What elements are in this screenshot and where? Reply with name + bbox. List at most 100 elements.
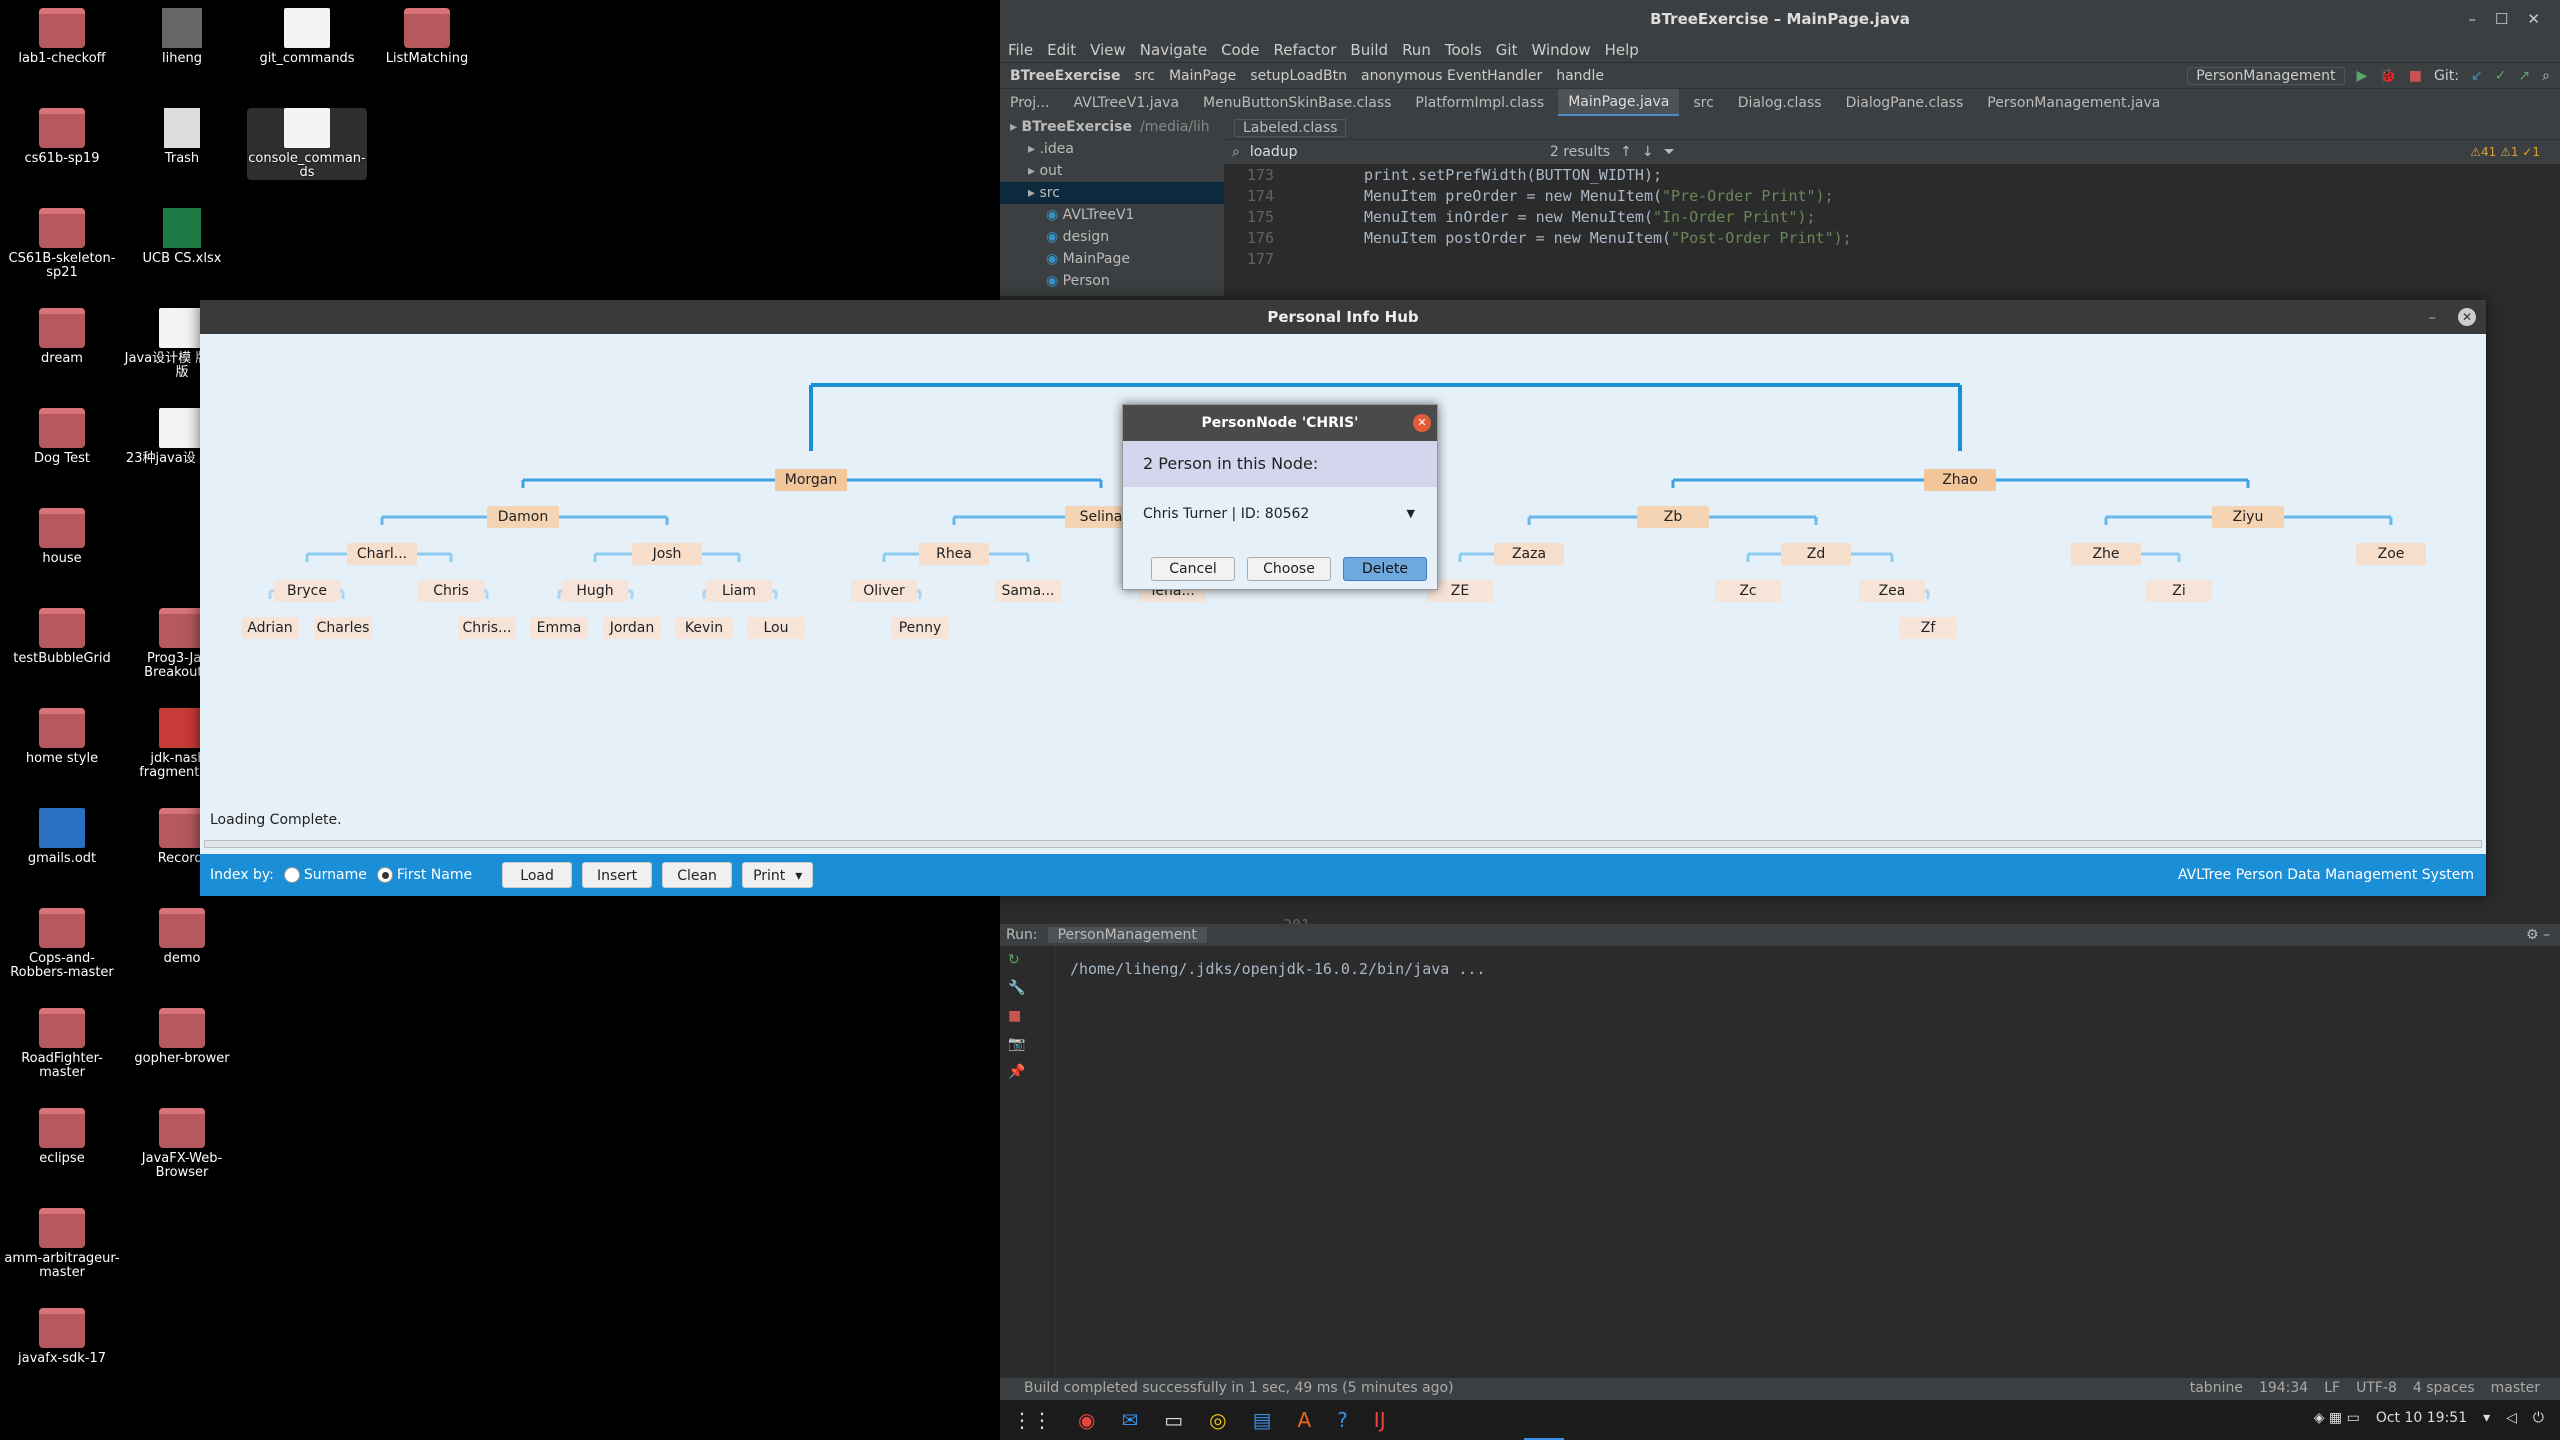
desktop-icon[interactable]: Dog Test: [2, 408, 122, 466]
breadcrumb-item[interactable]: setupLoadBtn: [1250, 68, 1347, 84]
tree-node[interactable]: Chris: [418, 580, 484, 602]
search-input[interactable]: loadup: [1250, 144, 1510, 160]
desktop-icon[interactable]: home style: [2, 708, 122, 766]
dialog-close-icon[interactable]: ✕: [1413, 414, 1431, 432]
tree-node[interactable]: Zf: [1899, 617, 1957, 639]
desktop-icon[interactable]: Cops-and-Robbers-master: [2, 908, 122, 980]
desktop-icon[interactable]: javafx-sdk-17: [2, 1308, 122, 1366]
tree-node[interactable]: Bryce: [274, 580, 340, 602]
git-commit-icon[interactable]: ✓: [2495, 68, 2507, 84]
load-button[interactable]: Load: [502, 862, 573, 888]
tree-node[interactable]: Oliver: [851, 580, 917, 602]
tree-node[interactable]: Josh: [632, 543, 702, 565]
menu-window[interactable]: Window: [1531, 41, 1590, 59]
tree-node[interactable]: Zd: [1781, 543, 1851, 565]
project-tree-item[interactable]: ▸ src: [1000, 182, 1224, 204]
editor-tab[interactable]: PlatformImpl.class: [1405, 95, 1554, 111]
inspection-widget[interactable]: ⚠41 ⚠1 ✓1: [2470, 145, 2560, 159]
print-menu-button[interactable]: Print ▾: [742, 862, 814, 888]
editor-tab[interactable]: MenuButtonSkinBase.class: [1193, 95, 1401, 111]
tree-node[interactable]: Hugh: [562, 580, 628, 602]
project-tree-item[interactable]: ◉ MainPage: [1000, 248, 1224, 270]
breadcrumb-item[interactable]: src: [1135, 68, 1155, 84]
stop-icon[interactable]: ■: [2409, 68, 2422, 84]
camera-icon[interactable]: 📷: [1000, 1030, 1055, 1058]
git-push-icon[interactable]: ↗: [2518, 68, 2530, 84]
window-controls[interactable]: – ☐ ✕: [2468, 0, 2540, 38]
desktop-icon[interactable]: git_commands: [247, 8, 367, 66]
desktop-icon[interactable]: lab1-checkoff: [2, 8, 122, 66]
cancel-button[interactable]: Cancel: [1151, 557, 1235, 581]
files-icon[interactable]: ▭: [1164, 1408, 1183, 1432]
desktop-icon[interactable]: gopher-brower: [122, 1008, 242, 1066]
editor-tab[interactable]: DialogPane.class: [1836, 95, 1974, 111]
tree-node[interactable]: Adrian: [241, 617, 299, 639]
tree-node[interactable]: Zea: [1859, 580, 1925, 602]
debug-icon[interactable]: 🐞: [2379, 68, 2396, 84]
writer-icon[interactable]: ▤: [1253, 1408, 1272, 1432]
search-everywhere-icon[interactable]: ⌕: [2542, 68, 2550, 84]
menu-file[interactable]: File: [1008, 41, 1033, 59]
breadcrumb-item[interactable]: BTreeExercise: [1010, 68, 1121, 84]
help-icon[interactable]: ?: [1337, 1408, 1348, 1432]
clean-button[interactable]: Clean: [662, 862, 733, 888]
apps-grid-icon[interactable]: ⋮⋮: [1012, 1408, 1052, 1432]
breadcrumb-item[interactable]: anonymous EventHandler: [1361, 68, 1542, 84]
person-select[interactable]: Chris Turner | ID: 80562 ▼: [1135, 501, 1425, 527]
project-tree-item[interactable]: ▸ BTreeExercise/media/lih: [1000, 116, 1224, 138]
tree-node[interactable]: Lou: [747, 617, 805, 639]
tree-node[interactable]: Ziyu: [2212, 506, 2284, 528]
network-icon[interactable]: ▾: [2483, 1410, 2490, 1426]
tree-node[interactable]: Penny: [891, 617, 949, 639]
git-update-icon[interactable]: ↙: [2471, 68, 2483, 84]
menu-tools[interactable]: Tools: [1445, 41, 1482, 59]
stop-run-icon[interactable]: ■: [1000, 1002, 1055, 1030]
project-tree-item[interactable]: ◉ design: [1000, 226, 1224, 248]
desktop-icon[interactable]: liheng: [122, 8, 242, 66]
minimize-button[interactable]: –: [2429, 300, 2437, 334]
radio-surname[interactable]: [283, 867, 300, 883]
cursor-position[interactable]: 194:34: [2259, 1380, 2308, 1396]
tree-node[interactable]: Charles: [314, 617, 372, 639]
menu-navigate[interactable]: Navigate: [1140, 41, 1207, 59]
prev-result-icon[interactable]: ↑: [1620, 144, 1632, 160]
project-tree-item[interactable]: ◉ AVLTreeV1: [1000, 204, 1224, 226]
tree-node[interactable]: Zhe: [2071, 543, 2141, 565]
line-separator[interactable]: LF: [2324, 1380, 2340, 1396]
desktop-icon[interactable]: amm-arbitrageur-master: [2, 1208, 122, 1280]
horizontal-scrollbar[interactable]: [204, 840, 2482, 848]
tree-node[interactable]: Charl...: [347, 543, 417, 565]
project-tree-item[interactable]: ▸ out: [1000, 160, 1224, 182]
breadcrumb-item[interactable]: handle: [1556, 68, 1604, 84]
menu-view[interactable]: View: [1090, 41, 1126, 59]
desktop-icon[interactable]: RoadFighter-master: [2, 1008, 122, 1080]
desktop-icon[interactable]: JavaFX-Web-Browser: [122, 1108, 242, 1180]
tree-node[interactable]: Zc: [1715, 580, 1781, 602]
tree-node[interactable]: Zb: [1637, 506, 1709, 528]
editor-tab[interactable]: src: [1683, 95, 1723, 111]
editor-tab[interactable]: Proj...: [1000, 95, 1059, 111]
menu-code[interactable]: Code: [1221, 41, 1259, 59]
tree-node[interactable]: Liam: [706, 580, 772, 602]
tabnine-status[interactable]: tabnine: [2190, 1380, 2243, 1396]
delete-button[interactable]: Delete: [1343, 557, 1427, 581]
clock[interactable]: Oct 10 19:51: [2376, 1410, 2467, 1426]
tree-node[interactable]: Zhao: [1924, 469, 1996, 491]
desktop-icon[interactable]: testBubbleGrid: [2, 608, 122, 666]
tree-node[interactable]: Morgan: [775, 469, 847, 491]
run-tab[interactable]: PersonManagement: [1047, 927, 1207, 943]
desktop-icon[interactable]: Trash: [122, 108, 242, 166]
tab-labeled-class[interactable]: Labeled.class: [1234, 119, 1347, 137]
desktop-icon[interactable]: ListMatching: [367, 8, 487, 66]
tree-node[interactable]: Damon: [487, 506, 559, 528]
choose-button[interactable]: Choose: [1247, 557, 1331, 581]
git-branch[interactable]: master: [2491, 1380, 2540, 1396]
tree-node[interactable]: Chris...: [458, 617, 516, 639]
menu-edit[interactable]: Edit: [1047, 41, 1076, 59]
tree-node[interactable]: Kevin: [675, 617, 733, 639]
power-icon[interactable]: ⏻: [2533, 1410, 2544, 1426]
tree-node[interactable]: Emma: [530, 617, 588, 639]
menu-git[interactable]: Git: [1496, 41, 1518, 59]
project-tree-item[interactable]: ▸ .idea: [1000, 138, 1224, 160]
pin-icon[interactable]: 📌: [1000, 1058, 1055, 1086]
